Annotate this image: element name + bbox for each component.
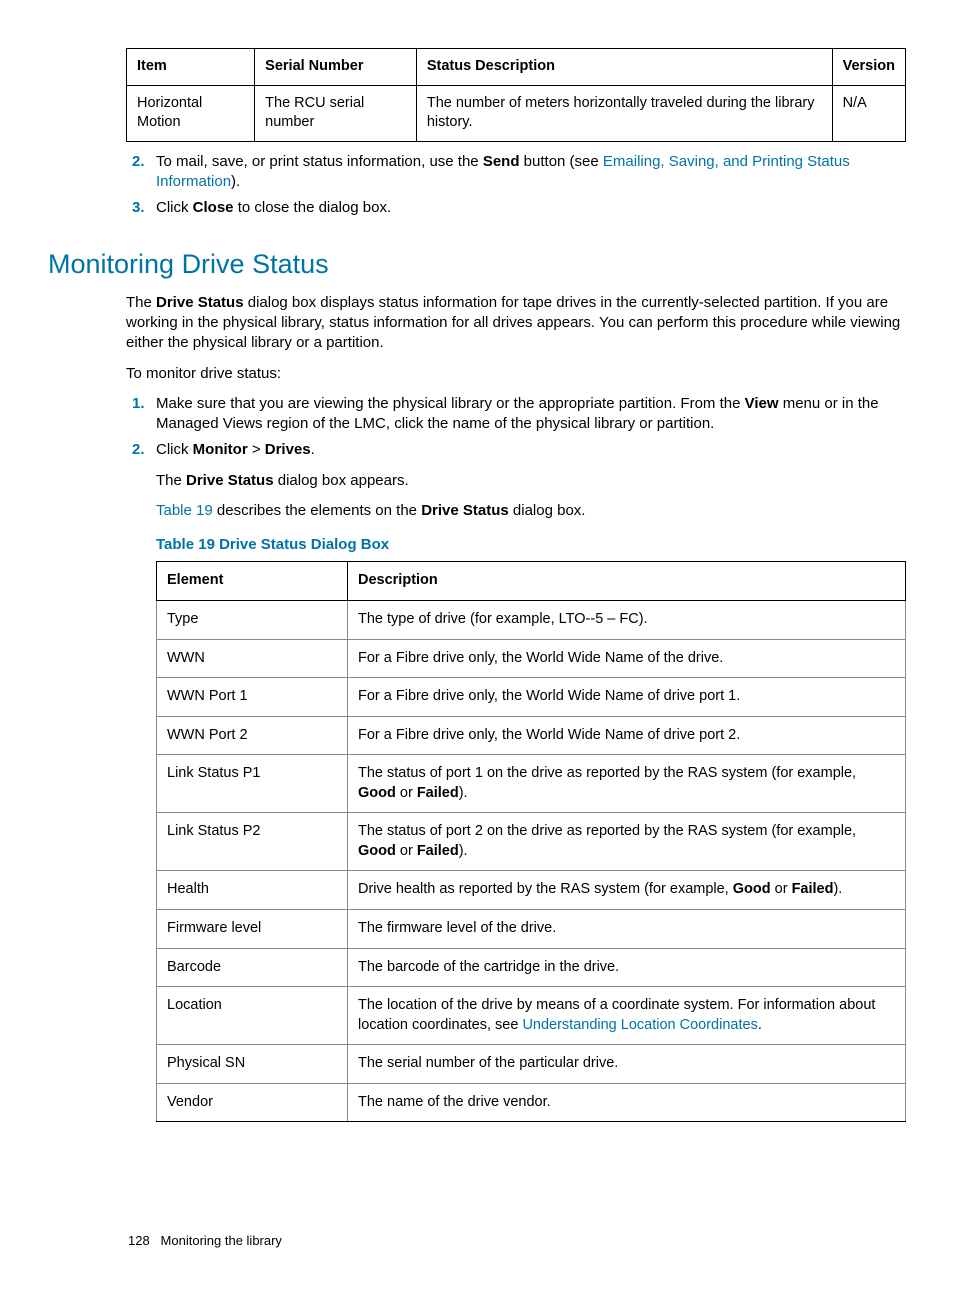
t2-r11-e: Physical SN [157, 1045, 348, 1084]
t2-r1-d: The type of drive (for example, LTO--5 –… [348, 600, 906, 639]
td-item: Horizontal Motion [127, 85, 255, 141]
t2-r12-e: Vendor [157, 1083, 348, 1122]
intro-paragraph-2: To monitor drive status: [126, 364, 906, 384]
td-serial: The RCU serial number [255, 85, 417, 141]
intro-paragraph-1: The Drive Status dialog box displays sta… [126, 293, 906, 354]
list2-item1: Make sure that you are viewing the physi… [156, 394, 906, 435]
t2-r3-e: WWN Port 1 [157, 678, 348, 717]
t2-r4-d: For a Fibre drive only, the World Wide N… [348, 716, 906, 755]
drive-status-table: Element Description TypeThe type of driv… [156, 561, 906, 1122]
list1-item3: Click Close to close the dialog box. [156, 198, 906, 218]
ordered-list-2: 1. Make sure that you are viewing the ph… [126, 394, 906, 1123]
page-number: 128 [128, 1233, 150, 1248]
t2-r9-d: The barcode of the cartridge in the driv… [348, 948, 906, 987]
t2-r2-d: For a Fibre drive only, the World Wide N… [348, 639, 906, 678]
t2-r2-e: WWN [157, 639, 348, 678]
t2-r6-e: Link Status P2 [157, 813, 348, 871]
list-marker-2: 2. [126, 152, 156, 193]
page-footer: 128 Monitoring the library [48, 1232, 906, 1250]
footer-text: Monitoring the library [161, 1233, 282, 1248]
th-version: Version [832, 49, 905, 86]
th-item: Item [127, 49, 255, 86]
t2-r6-d: The status of port 2 on the drive as rep… [348, 813, 906, 871]
th-serial: Serial Number [255, 49, 417, 86]
t2-r3-d: For a Fibre drive only, the World Wide N… [348, 678, 906, 717]
list2-marker-1: 1. [126, 394, 156, 435]
t2-r1-e: Type [157, 600, 348, 639]
t2-h-description: Description [348, 562, 906, 601]
td-version: N/A [832, 85, 905, 141]
list2-marker-2: 2. [126, 440, 156, 1122]
section-heading: Monitoring Drive Status [48, 246, 906, 282]
t2-r11-d: The serial number of the particular driv… [348, 1045, 906, 1084]
list2-sub1: The Drive Status dialog box appears. [156, 471, 906, 491]
t2-r10-d: The location of the drive by means of a … [348, 987, 906, 1045]
t2-h-element: Element [157, 562, 348, 601]
t2-r9-e: Barcode [157, 948, 348, 987]
t2-r8-e: Firmware level [157, 910, 348, 949]
t2-r5-d: The status of port 1 on the drive as rep… [348, 755, 906, 813]
top-table-wrap: Item Serial Number Status Description Ve… [126, 48, 906, 142]
t2-r10-e: Location [157, 987, 348, 1045]
list-marker-3: 3. [126, 198, 156, 218]
th-statusdesc: Status Description [416, 49, 832, 86]
t2-r5-e: Link Status P1 [157, 755, 348, 813]
t2-r7-d: Drive health as reported by the RAS syst… [348, 871, 906, 910]
table-19-caption: Table 19 Drive Status Dialog Box [156, 535, 906, 555]
t2-r7-e: Health [157, 871, 348, 910]
ordered-list-1: 2. To mail, save, or print status inform… [126, 152, 906, 219]
top-status-table: Item Serial Number Status Description Ve… [126, 48, 906, 142]
link-table-19[interactable]: Table 19 [156, 502, 213, 519]
list2-item2: Click Monitor > Drives. The Drive Status… [156, 440, 906, 1122]
list2-sub2: Table 19 describes the elements on the D… [156, 501, 906, 521]
link-location-coords[interactable]: Understanding Location Coordinates [522, 1017, 757, 1033]
t2-r4-e: WWN Port 2 [157, 716, 348, 755]
td-desc: The number of meters horizontally travel… [416, 85, 832, 141]
t2-r12-d: The name of the drive vendor. [348, 1083, 906, 1122]
list1-item2: To mail, save, or print status informati… [156, 152, 906, 193]
t2-r8-d: The firmware level of the drive. [348, 910, 906, 949]
